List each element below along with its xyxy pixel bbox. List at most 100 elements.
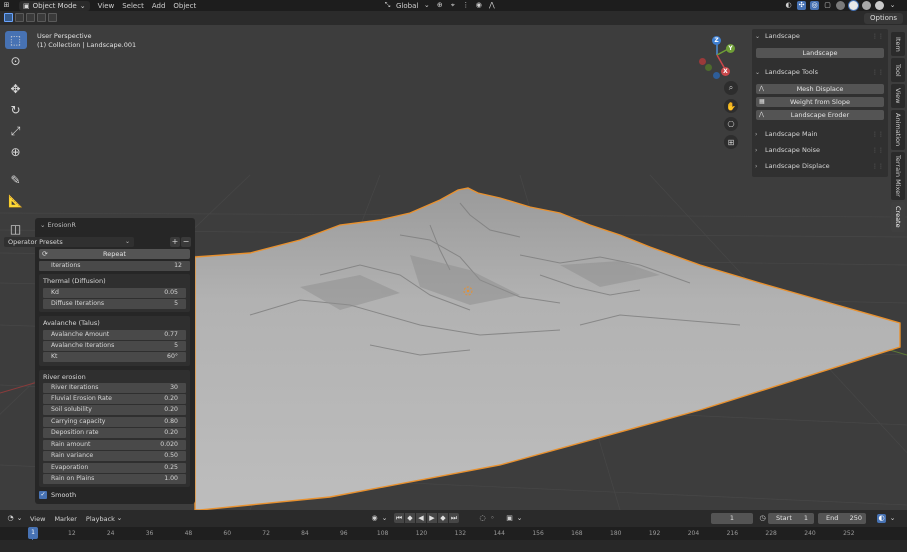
keyframe-insert-icon[interactable]: ◦ (488, 514, 497, 523)
orientation-selector[interactable]: Global (396, 1, 418, 11)
drag-handle-icon[interactable]: ⋮⋮ (872, 163, 884, 170)
add-preset-button[interactable]: + (170, 237, 180, 247)
tab-view[interactable]: View (891, 84, 905, 108)
next-keyframe-icon[interactable]: ◆ (438, 513, 448, 523)
snap-icon[interactable]: ⌖ (448, 1, 457, 10)
timeline-menu-playback[interactable]: Playback (86, 515, 115, 523)
jump-end-icon[interactable]: ⏭ (449, 513, 459, 523)
mode-selector[interactable]: ▣ Object Mode ⌄ (19, 0, 90, 11)
select-invert-icon[interactable] (37, 13, 46, 22)
start-frame-field[interactable]: Start 1 (768, 513, 814, 524)
current-frame-field[interactable]: 1 (711, 513, 753, 524)
measure-tool-icon[interactable]: 📐 (5, 192, 27, 210)
kd-field[interactable]: Kd 0.05 (43, 288, 186, 298)
annotate-tool-icon[interactable]: ✎ (5, 171, 27, 189)
evaporation-field[interactable]: Evaporation 0.25 (43, 463, 186, 473)
end-frame-field[interactable]: End 250 (818, 513, 866, 524)
tab-tool[interactable]: Tool (891, 58, 905, 82)
gizmo-y-icon[interactable]: Y (726, 44, 735, 53)
pan-hand-icon[interactable]: ✋ (724, 99, 738, 113)
smooth-checkbox[interactable]: ✓ Smooth (39, 491, 76, 499)
timeline-track-area[interactable] (0, 540, 907, 552)
diffuse-iterations-field[interactable]: Diffuse Iterations 5 (43, 299, 186, 309)
move-tool-icon[interactable]: ✥ (5, 80, 27, 98)
rendered-shading-icon[interactable] (875, 1, 884, 10)
landscape-noise-header[interactable]: › Landscape Noise ⋮⋮ (752, 144, 888, 156)
cursor-tool-icon[interactable]: ⊙ (5, 52, 27, 70)
select-extend-icon[interactable] (15, 13, 24, 22)
carrying-capacity-field[interactable]: Carrying capacity 0.80 (43, 417, 186, 427)
play-icon[interactable]: ▶ (427, 513, 437, 523)
tab-animation[interactable]: Animation (891, 110, 905, 150)
deposition-rate-field[interactable]: Deposition rate 0.20 (43, 428, 186, 438)
select-subtract-icon[interactable] (26, 13, 35, 22)
add-cube-tool-icon[interactable]: ◫ (5, 220, 27, 238)
landscape-main-header[interactable]: › Landscape Main ⋮⋮ (752, 128, 888, 140)
chevron-down-icon[interactable]: ⌄ (888, 514, 897, 523)
zoom-icon[interactable]: ⌕ (724, 81, 738, 95)
avalanche-amount-field[interactable]: Avalanche Amount 0.77 (43, 330, 186, 340)
timeline-menu-view[interactable]: View (30, 515, 45, 523)
drag-handle-icon[interactable]: ⋮⋮ (872, 147, 884, 154)
options-dropdown[interactable]: Options (863, 13, 903, 24)
gizmo-neg-z-icon[interactable] (713, 72, 720, 79)
tab-item[interactable]: Item (891, 32, 905, 56)
chevron-down-icon[interactable]: ⌄ (888, 1, 897, 10)
keying-set-icon[interactable]: ▣ (505, 514, 514, 523)
select-new-icon[interactable] (4, 13, 13, 22)
snap-target-icon[interactable]: ⋮ (461, 1, 470, 10)
record-icon[interactable]: ◉ (370, 514, 379, 523)
rain-amount-field[interactable]: Rain amount 0.020 (43, 440, 186, 450)
landscape-displace-header[interactable]: › Landscape Displace ⋮⋮ (752, 160, 888, 172)
drag-handle-icon[interactable]: ⋮⋮ (872, 33, 884, 40)
river-iterations-field[interactable]: River Iterations 30 (43, 383, 186, 393)
landscape-tools-header[interactable]: ⌄ Landscape Tools ⋮⋮ (752, 66, 888, 78)
avalanche-iterations-field[interactable]: Avalanche Iterations 5 (43, 341, 186, 351)
jump-start-icon[interactable]: ⏮ (394, 513, 404, 523)
gizmo-x-icon[interactable]: X (721, 67, 730, 76)
menu-select[interactable]: Select (122, 1, 144, 11)
landscape-button[interactable]: Landscape (756, 48, 884, 58)
pivot-icon[interactable]: ⊕ (435, 1, 444, 10)
material-shading-icon[interactable] (862, 1, 871, 10)
chevron-down-icon[interactable]: ⌄ (15, 514, 24, 523)
chevron-down-icon[interactable]: ⌄ (515, 514, 524, 523)
timeline-menu-marker[interactable]: Marker (54, 515, 76, 523)
gizmo-z-icon[interactable]: Z (712, 36, 721, 45)
chevron-down-icon[interactable]: ⌄ (380, 514, 389, 523)
select-box-tool-icon[interactable]: ⬚ (4, 31, 27, 49)
kt-field[interactable]: Kt 60° (43, 352, 186, 362)
repeat-button[interactable]: Repeat (39, 249, 190, 259)
ortho-grid-icon[interactable]: ⊞ (724, 135, 738, 149)
timeline-editor-icon[interactable]: ◔ (6, 514, 15, 523)
soil-solubility-field[interactable]: Soil solubility 0.20 (43, 405, 186, 415)
iterations-field[interactable]: Iterations 12 (39, 261, 190, 271)
fluvial-erosion-rate-field[interactable]: Fluvial Erosion Rate 0.20 (43, 394, 186, 404)
operator-presets-dropdown[interactable]: Operator Presets ⌄ (4, 237, 134, 247)
editor-type-icon[interactable]: ⊞ (2, 1, 11, 10)
play-reverse-icon[interactable]: ◀ (416, 513, 426, 523)
landscape-eroder-button[interactable]: ⋀ Landscape Eroder (756, 110, 884, 120)
timeline-view-icon[interactable]: ◐ (877, 514, 886, 523)
landscape-section-header[interactable]: ⌄ Landscape ⋮⋮ (752, 30, 888, 42)
transform-tool-icon[interactable]: ⊕ (5, 143, 27, 161)
tab-terrain-mixer[interactable]: Terrain Mixer (891, 152, 905, 200)
visibility-icon[interactable]: ◐ (784, 1, 793, 10)
remove-preset-button[interactable]: − (181, 237, 191, 247)
select-intersect-icon[interactable] (48, 13, 57, 22)
scale-tool-icon[interactable]: ⤢ (5, 122, 27, 140)
falloff-icon[interactable]: ⋀ (487, 1, 496, 10)
drag-handle-icon[interactable]: ⋮⋮ (872, 69, 884, 76)
xray-icon[interactable]: ▢ (823, 1, 832, 10)
navigation-gizmo[interactable]: Z Y X (696, 32, 738, 82)
rain-variance-field[interactable]: Rain variance 0.50 (43, 451, 186, 461)
menu-view[interactable]: View (98, 1, 115, 11)
proportional-edit-icon[interactable]: ◉ (474, 1, 483, 10)
playhead[interactable]: 1 (28, 527, 38, 539)
drag-handle-icon[interactable]: ⋮⋮ (872, 131, 884, 138)
gizmo-neg-y-icon[interactable] (705, 64, 712, 71)
camera-view-icon[interactable]: ⎔ (724, 117, 738, 131)
overlay-toggle-icon[interactable]: ◎ (810, 1, 819, 10)
gizmo-neg-x-icon[interactable] (699, 58, 706, 65)
gizmo-toggle-icon[interactable]: ✣ (797, 1, 806, 10)
